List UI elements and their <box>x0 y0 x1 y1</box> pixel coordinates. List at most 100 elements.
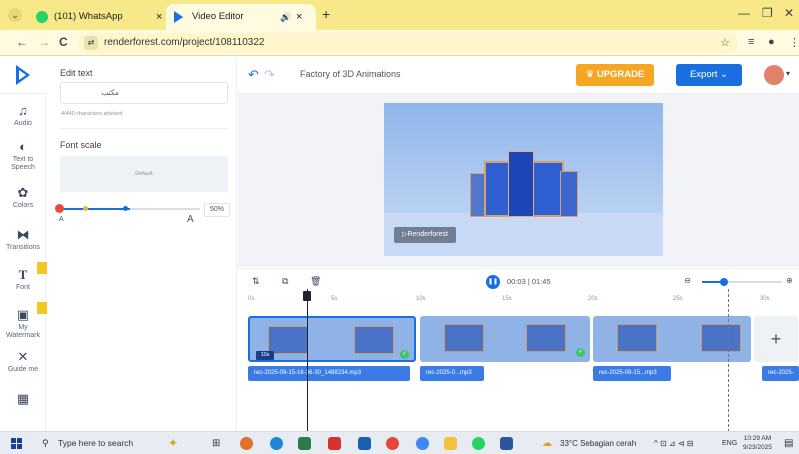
sidebar-item-label: Font <box>15 284 30 291</box>
app-icon[interactable] <box>328 437 341 450</box>
export-button[interactable]: Export ⌄ <box>676 64 742 86</box>
audio-track[interactable]: rec-2025-09-15...mp3 <box>593 366 671 381</box>
add-scene-button[interactable]: + <box>754 316 798 362</box>
small-a-label: A <box>59 216 64 223</box>
sidebar-item-label: Guide me <box>7 366 39 373</box>
clip-thumbnail <box>354 326 394 354</box>
premium-badge-icon <box>37 262 47 274</box>
upgrade-button[interactable]: ♛ UPGRADE <box>576 64 654 86</box>
audio-track[interactable]: rec-2025- <box>762 366 799 381</box>
time-ruler[interactable]: 0s 5s 10s 15s 20s 25s 30s <box>248 296 788 310</box>
address-bar: ← → C ⇄ renderforest.com/project/1081103… <box>0 30 799 56</box>
bookmark-star-icon[interactable]: ☆ <box>720 36 730 49</box>
sidebar-item-label: Transitions <box>6 244 40 251</box>
app-icon[interactable] <box>358 437 371 450</box>
system-tray-icons[interactable]: ^ ⊡ ⊿ ⊲ ⊟ <box>654 432 693 454</box>
speaker-icon[interactable]: 🔊 <box>280 4 291 30</box>
task-view-icon[interactable]: ⊞ <box>212 432 220 454</box>
word-icon[interactable] <box>500 437 513 450</box>
minimize-icon[interactable]: — <box>738 6 750 20</box>
forward-icon[interactable]: → <box>38 35 50 49</box>
zoom-handle[interactable] <box>720 278 729 286</box>
zoom-in-icon[interactable]: ⊕ <box>786 276 793 285</box>
audio-track[interactable]: rec-2025-09-15-16-36-30_1488234.mp3 <box>248 366 410 381</box>
ruler-tick: 10s <box>416 296 426 302</box>
weather-text[interactable]: 33°C Sebagian cerah <box>560 432 636 454</box>
clock-date: 9/23/2025 <box>743 444 772 451</box>
clip-thumbnail <box>701 324 741 352</box>
chevron-down-icon[interactable]: ▾ <box>786 69 790 78</box>
tab-title: (101) WhatsApp <box>54 11 123 22</box>
project-title[interactable]: Factory of 3D Animations <box>300 69 401 79</box>
clip-thumbnail <box>526 324 566 352</box>
palette-icon: ✿ <box>17 185 29 200</box>
scene-clip[interactable]: 10s ✓ <box>248 316 416 362</box>
windows-start-icon[interactable] <box>11 438 22 449</box>
profile-icon[interactable]: ● <box>768 36 775 48</box>
ruler-tick: 25s <box>673 296 683 302</box>
back-icon[interactable]: ← <box>16 35 28 49</box>
browser-tab-strip: ⌄ (101) WhatsApp × Video Editor 🔊 × + — … <box>0 0 799 30</box>
site-info-icon[interactable]: ⇄ <box>84 36 98 50</box>
whatsapp-icon[interactable] <box>472 437 485 450</box>
zoom-out-icon[interactable]: ⊖ <box>684 276 691 285</box>
tab-close-icon[interactable]: × <box>156 4 162 30</box>
reorder-icon[interactable]: ⇅ <box>252 276 260 287</box>
playhead[interactable] <box>307 289 308 432</box>
tools-sidebar: ♫ Audio ◐ Text to Speech ✿ Colors ⧓ Tran… <box>0 94 47 431</box>
slider-tick <box>83 206 88 211</box>
sidebar-item-transitions[interactable]: ⧓ Transitions <box>0 228 46 252</box>
firefox-icon[interactable] <box>240 437 253 450</box>
chrome-icon[interactable] <box>416 437 429 450</box>
video-preview[interactable]: ▷Renderforest <box>384 103 663 256</box>
slider-handle[interactable] <box>55 204 64 213</box>
redo-icon[interactable]: ↷ <box>264 67 275 83</box>
audio-track[interactable]: rec-2025-0...mp3 <box>420 366 484 381</box>
scene-clip[interactable]: ✓ <box>420 316 590 362</box>
music-note-icon: ♫ <box>18 103 28 118</box>
scale-percent-field[interactable]: 50% <box>204 203 230 217</box>
tab-video-editor[interactable]: Video Editor 🔊 × <box>166 4 316 30</box>
notification-icon[interactable]: ▤ <box>784 432 793 454</box>
search-icon: ⚲ <box>42 438 49 448</box>
store-icon[interactable] <box>298 437 311 450</box>
undo-icon[interactable]: ↶ <box>248 67 259 83</box>
search-placeholder: Type here to search <box>58 438 134 448</box>
tab-search-icon[interactable]: ⌄ <box>8 8 22 22</box>
new-tab-button[interactable]: + <box>322 6 330 22</box>
file-explorer-icon[interactable] <box>444 437 457 450</box>
sidebar-item-keyboard[interactable]: ▦ <box>0 392 46 406</box>
speech-icon: ◐ <box>19 139 27 154</box>
app-icon[interactable] <box>386 437 399 450</box>
avatar[interactable] <box>764 65 784 85</box>
sidebar-item-text-to-speech[interactable]: ◐ Text to Speech <box>0 140 46 172</box>
duplicate-icon[interactable]: ⧉ <box>282 276 288 287</box>
guide-cursor-icon: ✕ <box>17 349 29 364</box>
maximize-icon[interactable]: ❐ <box>762 6 773 20</box>
language-indicator[interactable]: ENG <box>722 432 737 454</box>
text-input-field[interactable]: مكتب <box>60 82 228 104</box>
reload-icon[interactable]: C <box>59 35 68 49</box>
edge-icon[interactable] <box>270 437 283 450</box>
ruler-tick: 30s <box>760 296 770 302</box>
copilot-sparkle-icon[interactable]: ✦ <box>168 432 178 454</box>
ruler-tick: 15s <box>502 296 512 302</box>
extensions-icon[interactable]: ≡ <box>748 36 754 48</box>
ruler-tick: 20s <box>588 296 598 302</box>
menu-dots-icon[interactable]: ⋮ <box>789 36 799 49</box>
renderforest-logo[interactable] <box>16 65 30 85</box>
taskbar-search-field[interactable]: ⚲ Type here to search <box>34 434 158 453</box>
tab-close-icon[interactable]: × <box>296 4 302 30</box>
crown-icon: ♛ <box>585 69 597 80</box>
close-window-icon[interactable]: ✕ <box>784 6 794 20</box>
pause-button[interactable]: ❚❚ <box>486 275 500 289</box>
font-scale-preview[interactable]: Default <box>60 156 228 192</box>
trash-icon[interactable]: 🗑 <box>310 276 321 287</box>
sidebar-item-audio[interactable]: ♫ Audio <box>0 104 46 128</box>
url-field[interactable]: ⇄ renderforest.com/project/108110322 ☆ <box>78 33 738 53</box>
sidebar-item-colors[interactable]: ✿ Colors <box>0 186 46 210</box>
taskbar-clock[interactable]: 10:29 AM 9/23/2025 <box>743 434 772 452</box>
playhead-handle[interactable] <box>303 291 311 301</box>
timeline: ⇅ ⧉ 🗑 ❚❚ 00:03 | 01:45 ⊖ ⊕ 0s 5s 10s 15s… <box>238 268 799 432</box>
sidebar-item-guide[interactable]: ✕ Guide me <box>0 350 46 374</box>
